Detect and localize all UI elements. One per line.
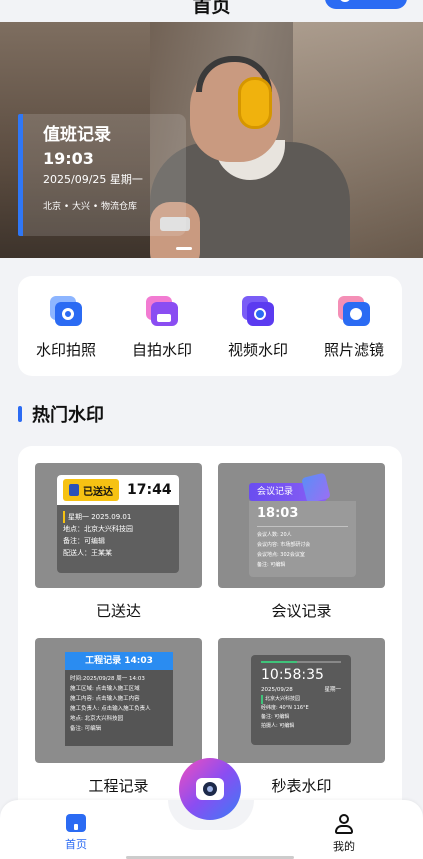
delivery-box-icon [69,484,79,496]
section-title: 热门水印 [32,405,104,426]
watermark-template-grid: 已送达 17:44 星期一 2025.09.01 地点：北京大兴科技园 备注：可… [18,446,402,806]
banner-date: 2025/09/25 星期一 [43,173,143,186]
selfie-image-icon [146,296,178,328]
delivered-badge: 已送达 [63,479,119,501]
delivered-details: 星期一 2025.09.01 地点：北京大兴科技园 备注：可编辑 配送人：王某某 [63,511,133,557]
tool-label: 视频水印 [227,341,288,359]
camera-watermark-icon [50,296,82,328]
banner-title: 值班记录 [43,125,111,145]
nav-tab-me[interactable]: 我的 [314,814,374,854]
carousel-indicator[interactable] [176,247,192,250]
template-card-delivered[interactable]: 已送达 17:44 星期一 2025.09.01 地点：北京大兴科技园 备注：可… [35,463,202,621]
hero-banner[interactable]: 值班记录 19:03 2025/09/25 星期一 北京 • 大兴 • 物流仓库 [0,22,423,258]
stopwatch-progress [261,661,341,663]
home-icon [66,814,86,832]
engineering-header: 工程记录 14:03 [65,652,173,670]
delivered-watermark-preview: 已送达 17:44 星期一 2025.09.01 地点：北京大兴科技园 备注：可… [57,475,179,573]
stopwatch-time: 10:58:35 [261,667,324,683]
template-label: 工程记录 [88,777,149,795]
meeting-watermark-preview: 18:03 会议人数: 20人 会议内容: 市场部研讨会 会议地点: 302会议… [249,501,356,577]
header-action-button[interactable] [325,0,407,9]
filter-icon [338,296,370,328]
template-label: 秒表水印 [271,777,332,795]
template-card-stopwatch[interactable]: 10:58:35 2025/09/28 星期一 北京大兴科技园 经纬度: 40°… [218,638,385,796]
tool-watermark-photo[interactable]: 水印拍照 [18,276,114,376]
tool-label: 照片滤镜 [323,341,384,359]
template-label: 已送达 [95,602,141,620]
camera-capture-button[interactable] [179,758,241,820]
delivered-time: 17:44 [127,482,172,498]
header-action-icon [339,0,351,2]
template-thumbnail: 会议记录 18:03 会议人数: 20人 会议内容: 市场部研讨会 会议地点: … [218,463,385,588]
tool-label: 自拍水印 [131,341,192,359]
banner-time: 19:03 [43,149,94,168]
nav-me-label: 我的 [333,840,355,853]
camera-icon [196,778,224,800]
tool-label: 水印拍照 [35,341,96,359]
tool-video-watermark[interactable]: 视频水印 [210,276,306,376]
nav-tab-home[interactable]: 首页 [46,814,106,852]
engineering-watermark-preview: 时间:2025/09/28 周一 14:03 施工区域: 点击输入施工区域 施工… [65,670,173,746]
template-card-meeting[interactable]: 会议记录 18:03 会议人数: 20人 会议内容: 市场部研讨会 会议地点: … [218,463,385,621]
template-thumbnail: 10:58:35 2025/09/28 星期一 北京大兴科技园 经纬度: 40°… [218,638,385,763]
stopwatch-watermark-preview: 10:58:35 2025/09/28 星期一 北京大兴科技园 经纬度: 40°… [251,655,351,745]
template-label: 会议记录 [271,602,332,620]
section-header: 热门水印 [18,402,104,426]
nav-home-label: 首页 [65,838,87,851]
banner-location: 北京 • 大兴 • 物流仓库 [43,202,138,212]
tool-photo-filter[interactable]: 照片滤镜 [306,276,402,376]
tool-selfie-watermark[interactable]: 自拍水印 [114,276,210,376]
watermark-info-card: 值班记录 19:03 2025/09/25 星期一 北京 • 大兴 • 物流仓库 [18,114,186,236]
tool-grid: 水印拍照 自拍水印 视频水印 照片滤镜 [18,276,402,376]
user-icon [334,814,354,834]
template-thumbnail: 工程记录 14:03 时间:2025/09/28 周一 14:03 施工区域: … [35,638,202,763]
template-thumbnail: 已送达 17:44 星期一 2025.09.01 地点：北京大兴科技园 备注：可… [35,463,202,588]
top-header: 首页 [0,0,423,22]
earmuff-icon [238,77,272,129]
video-icon [242,296,274,328]
template-card-engineering[interactable]: 工程记录 14:03 时间:2025/09/28 周一 14:03 施工区域: … [35,638,202,796]
section-accent-bar [18,406,22,422]
